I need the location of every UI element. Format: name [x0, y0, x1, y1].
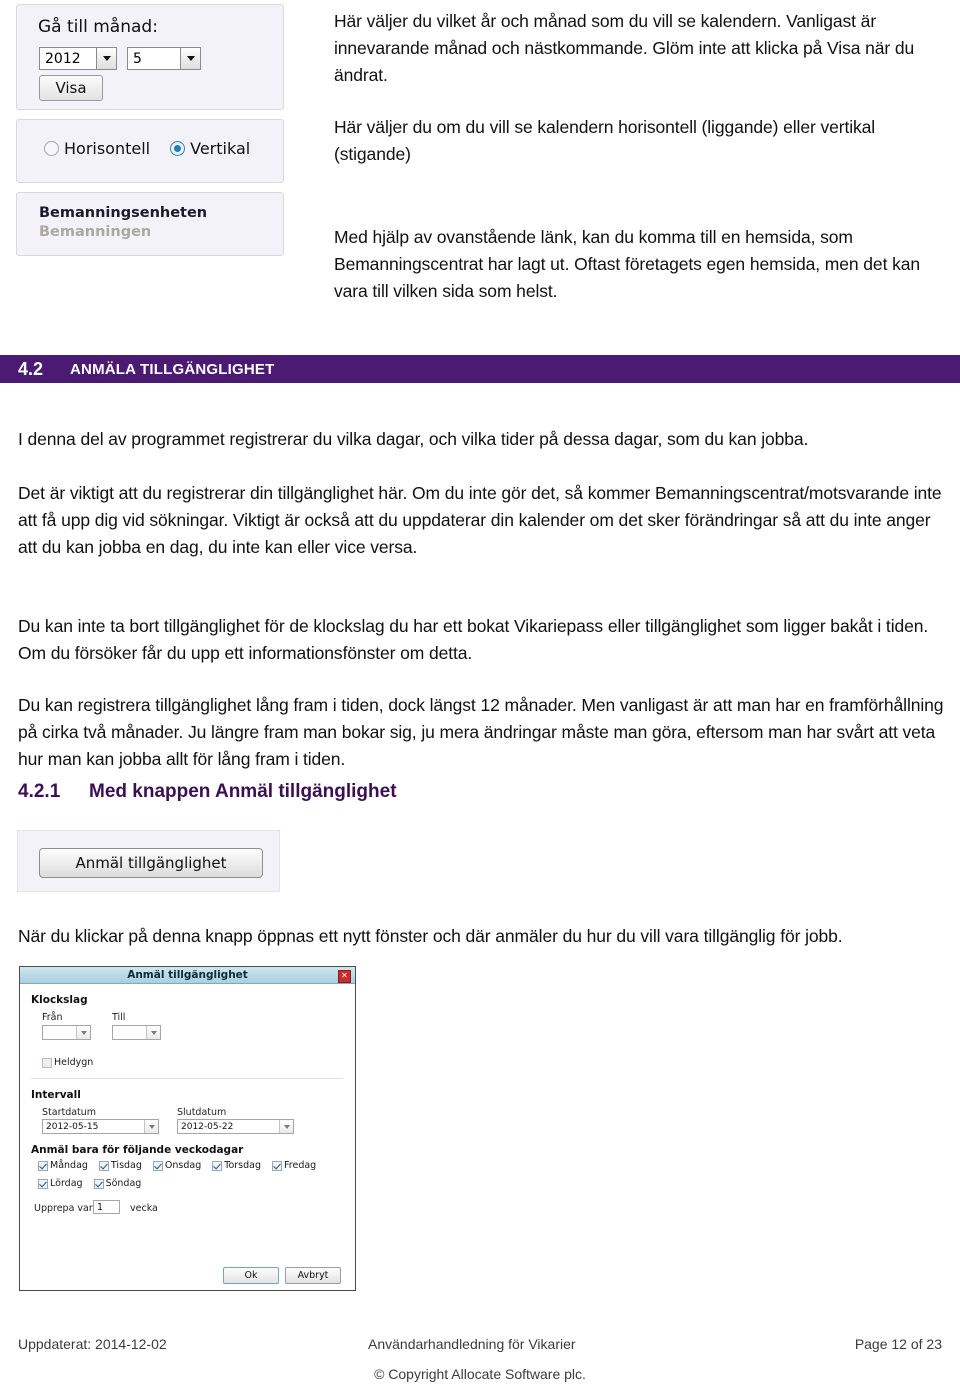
section-heading-4-2-1: 4.2.1 Med knappen Anmäl tillgänglighet — [18, 781, 397, 803]
weekday-label: Lördag — [50, 1178, 83, 1189]
to-time-select[interactable] — [112, 1025, 161, 1040]
chevron-down-icon[interactable] — [76, 1026, 90, 1039]
weekday-checkbox-fredag[interactable] — [272, 1160, 282, 1171]
radio-vertical-label: Vertikal — [190, 139, 251, 158]
section-title: ANMÄLA TILLGÄNGLIGHET — [70, 360, 275, 378]
weekday-checkbox-tisdag[interactable] — [98, 1160, 109, 1171]
weekday-item[interactable]: Lördag — [38, 1178, 83, 1189]
from-time-select[interactable] — [42, 1025, 91, 1040]
footer-page-number: Page 12 of 23 — [854, 1336, 942, 1352]
slutdatum-value: 2012-05-22 — [181, 1122, 234, 1132]
calendar-widget-screenshot: Gå till månad: 2012 5 Visa Horisontell V… — [16, 4, 284, 265]
report-availability-dialog: Anmäl tillgänglighet ✕ Klockslag Från Ti… — [19, 966, 356, 1291]
chevron-down-icon[interactable] — [144, 1120, 158, 1133]
month-select[interactable]: 5 — [127, 47, 201, 70]
section-heading-4-2: 4.2 ANMÄLA TILLGÄNGLIGHET — [0, 355, 960, 383]
weekday-checkbox-lordag[interactable] — [38, 1178, 48, 1189]
intro-paragraph-3: Med hjälp av ovanstående länk, kan du ko… — [334, 227, 921, 301]
cancel-button[interactable]: Avbryt — [285, 1267, 341, 1284]
weekday-checkbox-torsdag[interactable] — [212, 1160, 223, 1171]
chevron-down-icon[interactable] — [279, 1120, 293, 1133]
repeat-suffix-label: vecka — [130, 1203, 158, 1214]
to-time-value — [113, 1026, 146, 1039]
goto-month-label: Gå till månad: — [38, 17, 158, 37]
klockslag-section-label: Klockslag — [31, 994, 88, 1006]
from-time-value — [43, 1026, 76, 1039]
subsection-number: 4.2.1 — [18, 781, 61, 802]
ok-button[interactable]: Ok — [223, 1267, 279, 1284]
radio-vertical[interactable] — [170, 141, 186, 156]
chevron-down-icon[interactable] — [146, 1026, 160, 1039]
intervall-section-label: Intervall — [31, 1089, 81, 1101]
month-select-value: 5 — [133, 51, 142, 67]
to-label: Till — [112, 1012, 126, 1023]
repeat-prefix-label: Upprepa var — [34, 1203, 93, 1214]
weekday-checkbox-onsdag[interactable] — [152, 1160, 163, 1171]
slutdatum-label: Slutdatum — [177, 1107, 227, 1118]
startdatum-input[interactable]: 2012-05-15 — [42, 1119, 159, 1134]
heldygn-checkbox[interactable] — [42, 1057, 52, 1068]
year-select[interactable]: 2012 — [39, 47, 117, 70]
document-page: Gå till månad: 2012 5 Visa Horisontell V… — [0, 0, 960, 1386]
weekday-label: Fredag — [284, 1160, 317, 1171]
heldygn-label: Heldygn — [54, 1057, 94, 1068]
chevron-down-icon[interactable] — [180, 48, 200, 69]
repeat-interval-input[interactable]: 1 — [93, 1200, 120, 1214]
weekdays-row-1: Måndag Tisdag Onsdag Torsdag Fredag — [38, 1160, 325, 1171]
report-availability-button-screenshot: Anmäl tillgänglighet — [17, 830, 280, 892]
paragraph-4: Du kan registrera tillgänglighet lång fr… — [18, 694, 944, 769]
weekday-item[interactable]: Fredag — [272, 1160, 316, 1171]
weekday-item[interactable]: Tisdag — [98, 1160, 142, 1171]
goto-month-panel: Gå till månad: 2012 5 Visa — [16, 4, 284, 110]
footer-title: Användarhandledning för Vikarier — [368, 1336, 576, 1352]
unit-name-link[interactable]: Bemanningsenheten — [39, 205, 207, 221]
orientation-radio-group: Horisontell Vertikal — [44, 139, 250, 158]
intro-paragraph-1: Här väljer du vilket år och månad som du… — [334, 11, 915, 85]
weekdays-row-2: Lördag Söndag — [38, 1178, 150, 1189]
startdatum-value: 2012-05-15 — [46, 1122, 99, 1132]
weekday-checkbox-sondag[interactable] — [93, 1178, 104, 1189]
weekday-item[interactable]: Torsdag — [212, 1160, 261, 1171]
dialog-title: Anmäl tillgänglighet — [127, 969, 248, 981]
radio-horizontal-label: Horisontell — [64, 139, 151, 158]
weekday-label: Onsdag — [164, 1160, 202, 1171]
unit-subtitle: Bemanningen — [39, 224, 152, 240]
slutdatum-input[interactable]: 2012-05-22 — [177, 1119, 294, 1134]
unit-panel: Bemanningsenheten Bemanningen — [16, 192, 284, 256]
footer-copyright: © Copyright Allocate Software plc. — [374, 1366, 586, 1382]
radio-horizontal[interactable] — [44, 141, 59, 156]
weekday-item[interactable]: Måndag — [38, 1160, 88, 1171]
dialog-title-bar: Anmäl tillgänglighet ✕ — [20, 967, 355, 984]
show-button[interactable]: Visa — [39, 75, 103, 101]
after-button-paragraph: När du klickar på denna knapp öppnas ett… — [18, 925, 843, 946]
weekday-item[interactable]: Söndag — [93, 1178, 142, 1189]
section-number: 4.2 — [18, 358, 44, 379]
weekday-item[interactable]: Onsdag — [152, 1160, 202, 1171]
dialog-body: Klockslag Från Till Heldygn Intervall St… — [20, 984, 355, 1290]
paragraph-2: Det är viktigt att du registrerar din ti… — [18, 482, 942, 557]
year-select-value: 2012 — [45, 51, 81, 67]
chevron-down-icon[interactable] — [96, 48, 116, 69]
from-label: Från — [42, 1012, 63, 1023]
weekday-label: Torsdag — [224, 1160, 261, 1171]
subsection-title: Med knappen Anmäl tillgänglighet — [89, 781, 397, 802]
heldygn-checkbox-row[interactable]: Heldygn — [42, 1057, 93, 1068]
weekday-label: Tisdag — [110, 1160, 142, 1171]
startdatum-label: Startdatum — [42, 1107, 97, 1118]
weekday-checkbox-mandag[interactable] — [38, 1160, 48, 1171]
close-icon[interactable]: ✕ — [338, 970, 351, 983]
divider — [31, 1078, 343, 1079]
intro-paragraph-2: Här väljer du om du vill se kalendern ho… — [334, 117, 876, 164]
paragraph-3: Du kan inte ta bort tillgänglighet för d… — [18, 615, 929, 663]
footer-updated: Uppdaterat: 2014-12-02 — [18, 1336, 167, 1352]
report-availability-button[interactable]: Anmäl tillgänglighet — [39, 848, 263, 878]
weekdays-section-label: Anmäl bara för följande veckodagar — [31, 1144, 244, 1156]
weekday-label: Måndag — [50, 1160, 88, 1171]
paragraph-1: I denna del av programmet registrerar du… — [18, 428, 809, 449]
orientation-panel: Horisontell Vertikal — [16, 119, 284, 183]
weekday-label: Söndag — [105, 1178, 142, 1189]
